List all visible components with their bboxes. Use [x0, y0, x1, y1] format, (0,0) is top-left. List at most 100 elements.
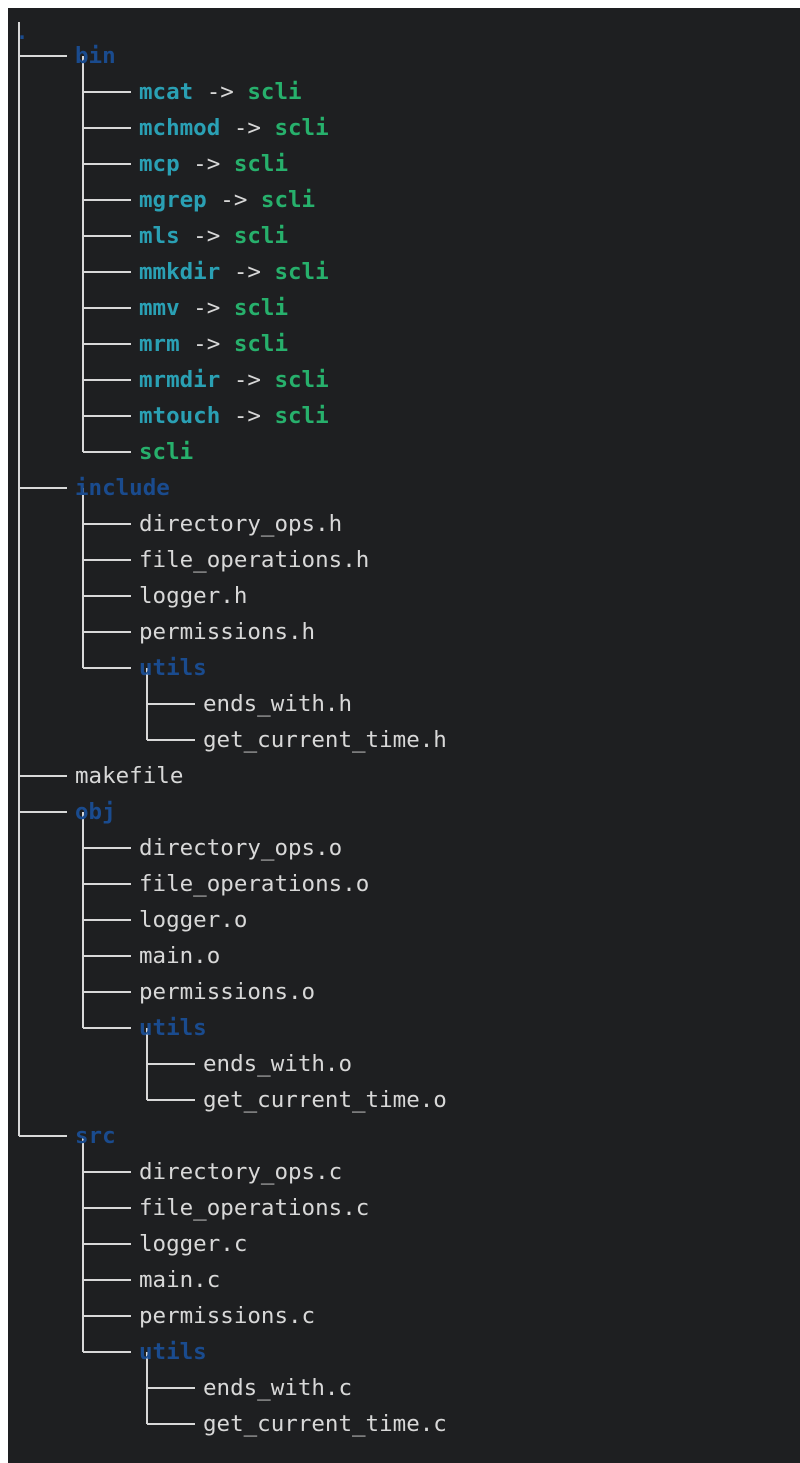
tree-directory-row: utils: [139, 1010, 207, 1046]
file-name: logger.c: [139, 1231, 248, 1257]
tree-file-row: file_operations.o: [139, 866, 369, 902]
tree-file-row: directory_ops.c: [139, 1154, 342, 1190]
tree-file-row: logger.h: [139, 578, 247, 614]
symlink-name: mgrep: [139, 187, 207, 213]
directory-name: utils: [139, 655, 207, 681]
tree-file-row: mrmdir -> scli: [139, 362, 329, 398]
tree-file-row: mcp -> scli: [139, 146, 288, 182]
file-name: get_current_time.o: [203, 1087, 447, 1113]
file-name: file_operations.h: [139, 547, 370, 573]
tree-directory-row: src: [75, 1118, 116, 1154]
file-name: permissions.o: [139, 979, 316, 1005]
directory-name: bin: [75, 43, 116, 69]
tree-file-row: mtouch -> scli: [139, 398, 329, 434]
tree-file-row: ends_with.c: [203, 1370, 352, 1406]
tree-file-row: scli: [139, 434, 193, 470]
symlink-target: scli: [233, 223, 289, 249]
tree-directory-row: bin: [75, 38, 116, 74]
symlink-target: scli: [260, 187, 316, 213]
symlink-target: scli: [233, 151, 289, 177]
symlink-name: mmv: [139, 295, 180, 321]
executable-name: scli: [139, 439, 194, 465]
symlink-arrow: ->: [179, 295, 234, 321]
tree-file-row: ends_with.h: [203, 686, 352, 722]
tree-file-row: file_operations.c: [139, 1190, 369, 1226]
symlink-arrow: ->: [179, 223, 234, 249]
symlink-arrow: ->: [206, 187, 261, 213]
tree-file-row: permissions.h: [139, 614, 315, 650]
tree-file-row: get_current_time.c: [203, 1406, 447, 1442]
symlink-arrow: ->: [220, 115, 275, 141]
tree-file-row: main.o: [139, 938, 220, 974]
symlink-name: mtouch: [139, 403, 221, 429]
file-name: makefile: [75, 763, 184, 789]
tree-file-row: file_operations.h: [139, 542, 369, 578]
tree-file-row: logger.o: [139, 902, 247, 938]
tree-directory-row: include: [75, 470, 170, 506]
symlink-name: mmkdir: [139, 259, 221, 285]
directory-name: obj: [75, 799, 116, 825]
tree-file-row: directory_ops.o: [139, 830, 342, 866]
tree-file-row: mmv -> scli: [139, 290, 288, 326]
symlink-arrow: ->: [220, 367, 275, 393]
tree-directory-row: utils: [139, 1334, 207, 1370]
tree-file-row: main.c: [139, 1262, 220, 1298]
symlink-arrow: ->: [220, 259, 275, 285]
file-name: directory_ops.o: [139, 835, 343, 861]
file-name: logger.o: [139, 907, 248, 933]
symlink-target: scli: [274, 259, 329, 285]
symlink-name: mrm: [139, 331, 180, 357]
symlink-arrow: ->: [193, 79, 248, 105]
symlink-target: scli: [274, 115, 329, 141]
symlink-arrow: ->: [179, 151, 234, 177]
tree-file-row: get_current_time.o: [203, 1082, 447, 1118]
tree-file-row: get_current_time.h: [203, 722, 447, 758]
symlink-target: scli: [233, 331, 289, 357]
tree-file-row: mcat -> scli: [139, 74, 302, 110]
tree-root: .: [16, 20, 29, 44]
file-name: get_current_time.c: [203, 1411, 447, 1437]
file-name: main.o: [139, 943, 221, 969]
tree-file-row: permissions.c: [139, 1298, 315, 1334]
tree-directory-row: obj: [75, 794, 116, 830]
terminal-window: . bin mcat -> scli mchmod -> scli mcp -> sc…: [8, 8, 800, 1463]
directory-name: utils: [139, 1015, 207, 1041]
file-name: main.c: [139, 1267, 221, 1293]
file-name: ends_with.o: [203, 1051, 353, 1077]
file-name: directory_ops.h: [139, 511, 343, 537]
tree-file-row: ends_with.o: [203, 1046, 352, 1082]
file-name: directory_ops.c: [139, 1159, 343, 1185]
tree-file-row: mrm -> scli: [139, 326, 288, 362]
tree-file-row: makefile: [75, 758, 183, 794]
file-name: logger.h: [139, 583, 248, 609]
tree-file-row: mgrep -> scli: [139, 182, 315, 218]
symlink-target: scli: [233, 295, 289, 321]
tree-file-row: directory_ops.h: [139, 506, 342, 542]
file-name: get_current_time.h: [203, 727, 447, 753]
symlink-target: scli: [274, 367, 329, 393]
symlink-name: mcp: [139, 151, 180, 177]
symlink-name: mrmdir: [139, 367, 221, 393]
directory-name: src: [75, 1123, 116, 1149]
symlink-arrow: ->: [179, 331, 234, 357]
symlink-name: mcat: [139, 79, 194, 105]
tree-file-row: permissions.o: [139, 974, 315, 1010]
symlink-name: mchmod: [139, 115, 221, 141]
directory-name: utils: [139, 1339, 207, 1365]
file-name: permissions.c: [139, 1303, 316, 1329]
tree-file-row: mls -> scli: [139, 218, 288, 254]
symlink-name: mls: [139, 223, 180, 249]
tree-directory-row: utils: [139, 650, 207, 686]
tree-file-row: mchmod -> scli: [139, 110, 329, 146]
tree-file-row: mmkdir -> scli: [139, 254, 329, 290]
file-name: ends_with.c: [203, 1375, 353, 1401]
directory-name: include: [75, 475, 170, 501]
symlink-target: scli: [274, 403, 329, 429]
symlink-target: scli: [247, 79, 302, 105]
file-name: ends_with.h: [203, 691, 353, 717]
file-name: permissions.h: [139, 619, 316, 645]
symlink-arrow: ->: [220, 403, 275, 429]
tree-file-row: logger.c: [139, 1226, 247, 1262]
file-name: file_operations.c: [139, 1195, 370, 1221]
file-name: file_operations.o: [139, 871, 370, 897]
